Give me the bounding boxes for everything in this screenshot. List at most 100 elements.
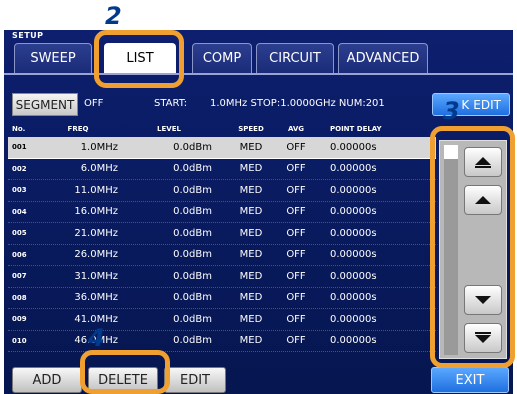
cell-no: 004 bbox=[12, 207, 27, 216]
tab-advanced[interactable]: ADVANCED bbox=[338, 43, 428, 73]
cell-avg: OFF bbox=[286, 292, 306, 304]
cell-avg: OFF bbox=[286, 270, 306, 282]
table-row[interactable]: 005 21.0MHz 0.0dBm MED OFF 0.00000s bbox=[8, 223, 436, 245]
tab-underline bbox=[4, 73, 513, 75]
table-row[interactable]: 002 6.0MHz 0.0dBm MED OFF 0.00000s bbox=[8, 159, 436, 180]
cell-point-delay: 0.00000s bbox=[330, 270, 377, 282]
callout-frame-delete bbox=[80, 350, 170, 394]
cell-freq: 41.0MHz bbox=[74, 313, 118, 325]
cell-level: 0.0dBm bbox=[173, 184, 212, 196]
col-avg: AVG bbox=[287, 125, 305, 133]
cell-freq: 16.0MHz bbox=[74, 206, 118, 218]
cell-speed: MED bbox=[239, 184, 263, 196]
cell-level: 0.0dBm bbox=[173, 249, 212, 261]
cell-avg: OFF bbox=[286, 227, 306, 239]
cell-speed: MED bbox=[239, 313, 263, 325]
table-row[interactable]: 010 46.0MHz 0.0dBm MED OFF 0.00000s bbox=[8, 331, 436, 352]
cell-freq: 11.0MHz bbox=[74, 184, 118, 196]
cell-avg: OFF bbox=[286, 249, 306, 261]
cell-avg: OFF bbox=[286, 184, 306, 196]
cell-level: 0.0dBm bbox=[173, 292, 212, 304]
cell-point-delay: 0.00000s bbox=[330, 141, 377, 153]
cell-speed: MED bbox=[239, 206, 263, 218]
cell-level: 0.0dBm bbox=[173, 227, 212, 239]
cell-avg: OFF bbox=[286, 335, 306, 347]
cell-avg: OFF bbox=[286, 206, 306, 218]
cell-freq: 36.0MHz bbox=[74, 292, 118, 304]
cell-no: 001 bbox=[12, 143, 27, 152]
cell-no: 003 bbox=[12, 186, 27, 195]
list-table: No. FREQ LEVEL SPEED AVG POINT DELAY 001… bbox=[8, 125, 436, 352]
cell-speed: MED bbox=[239, 335, 263, 347]
cell-no: 006 bbox=[12, 250, 27, 259]
cell-freq: 1.0MHz bbox=[80, 141, 118, 153]
cell-freq: 6.0MHz bbox=[80, 163, 118, 175]
callout-frame-scroll bbox=[430, 126, 515, 368]
setup-label: SETUP bbox=[12, 31, 44, 40]
callout-number-4: 4 bbox=[88, 324, 105, 352]
cell-no: 007 bbox=[12, 272, 27, 281]
col-point-delay: POINT DELAY bbox=[330, 125, 382, 133]
edit-prefix: K bbox=[461, 97, 470, 112]
tab-sweep[interactable]: SWEEP bbox=[14, 43, 92, 73]
cell-level: 0.0dBm bbox=[173, 163, 212, 175]
table-row[interactable]: 009 41.0MHz 0.0dBm MED OFF 0.00000s bbox=[8, 309, 436, 331]
col-speed: SPEED bbox=[238, 125, 264, 133]
cell-no: 010 bbox=[12, 336, 27, 345]
cell-speed: MED bbox=[239, 141, 263, 153]
tab-comp[interactable]: COMP bbox=[192, 43, 252, 73]
cell-speed: MED bbox=[239, 163, 263, 175]
cell-point-delay: 0.00000s bbox=[330, 249, 377, 261]
start-label: START: bbox=[154, 98, 188, 109]
col-no: No. bbox=[12, 125, 26, 133]
add-button[interactable]: ADD bbox=[12, 367, 82, 393]
callout-number-3: 3 bbox=[443, 97, 460, 125]
cell-avg: OFF bbox=[286, 163, 306, 175]
cell-speed: MED bbox=[239, 227, 263, 239]
cell-level: 0.0dBm bbox=[173, 141, 212, 153]
cell-freq: 21.0MHz bbox=[74, 227, 118, 239]
edit-button[interactable]: EDIT bbox=[164, 367, 226, 393]
table-row[interactable]: 001 1.0MHz 0.0dBm MED OFF 0.00000s bbox=[8, 137, 436, 159]
table-row[interactable]: 006 26.0MHz 0.0dBm MED OFF 0.00000s bbox=[8, 245, 436, 266]
cell-level: 0.0dBm bbox=[173, 335, 212, 347]
table-row[interactable]: 008 36.0MHz 0.0dBm MED OFF 0.00000s bbox=[8, 288, 436, 309]
exit-button[interactable]: EXIT bbox=[431, 367, 509, 393]
table-row[interactable]: 004 16.0MHz 0.0dBm MED OFF 0.00000s bbox=[8, 202, 436, 223]
segment-state: OFF bbox=[84, 98, 104, 109]
cell-point-delay: 0.00000s bbox=[330, 184, 377, 196]
cell-point-delay: 0.00000s bbox=[330, 335, 377, 347]
tab-circuit[interactable]: CIRCUIT bbox=[256, 43, 334, 73]
cell-freq: 31.0MHz bbox=[74, 270, 118, 282]
col-level: LEVEL bbox=[157, 125, 181, 133]
edit-label: EDIT bbox=[473, 97, 501, 112]
cell-point-delay: 0.00000s bbox=[330, 292, 377, 304]
table-body: 001 1.0MHz 0.0dBm MED OFF 0.00000s 002 6.0MHz 0.… bbox=[8, 137, 436, 352]
callout-number-2: 2 bbox=[105, 2, 122, 30]
cell-no: 005 bbox=[12, 229, 27, 238]
cell-avg: OFF bbox=[286, 141, 306, 153]
sweep-summary: 1.0MHz STOP:1.0000GHz NUM:201 bbox=[210, 98, 385, 109]
col-freq: FREQ bbox=[67, 125, 89, 133]
cell-point-delay: 0.00000s bbox=[330, 206, 377, 218]
cell-no: 002 bbox=[12, 164, 27, 173]
callout-frame-list-tab bbox=[94, 30, 184, 88]
cell-freq: 26.0MHz bbox=[74, 249, 118, 261]
cell-level: 0.0dBm bbox=[173, 270, 212, 282]
cell-no: 008 bbox=[12, 293, 27, 302]
table-row[interactable]: 003 11.0MHz 0.0dBm MED OFF 0.00000s bbox=[8, 180, 436, 202]
cell-level: 0.0dBm bbox=[173, 313, 212, 325]
table-row[interactable]: 007 31.0MHz 0.0dBm MED OFF 0.00000s bbox=[8, 266, 436, 288]
cell-point-delay: 0.00000s bbox=[330, 227, 377, 239]
cell-speed: MED bbox=[239, 249, 263, 261]
cell-point-delay: 0.00000s bbox=[330, 313, 377, 325]
cell-no: 009 bbox=[12, 315, 27, 324]
cell-avg: OFF bbox=[286, 313, 306, 325]
cell-speed: MED bbox=[239, 292, 263, 304]
table-header: No. FREQ LEVEL SPEED AVG POINT DELAY bbox=[8, 125, 436, 137]
cell-level: 0.0dBm bbox=[173, 206, 212, 218]
cell-point-delay: 0.00000s bbox=[330, 163, 377, 175]
cell-speed: MED bbox=[239, 270, 263, 282]
segment-button[interactable]: SEGMENT bbox=[12, 93, 78, 116]
cell-freq: 46.0MHz bbox=[74, 335, 118, 347]
